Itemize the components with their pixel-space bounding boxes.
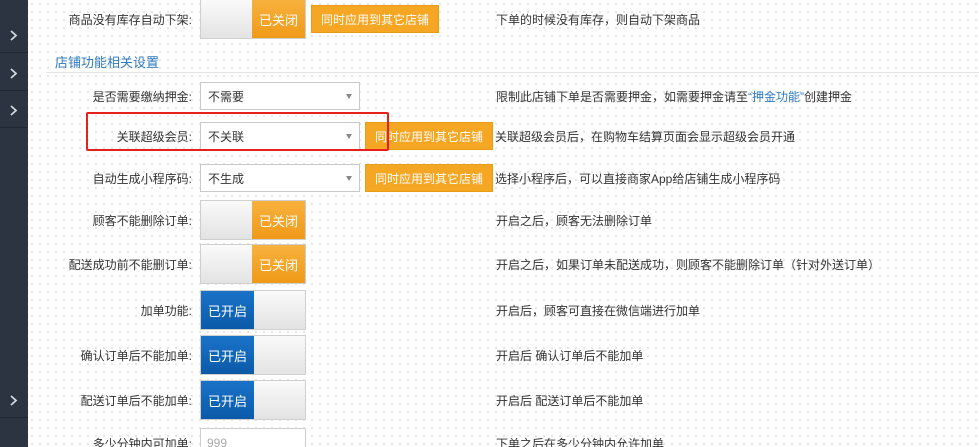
setting-row-deposit: 是否需要缴纳押金: 不需要 限制此店铺下单是否需要押金，如需要押金请至 “押金功… [28,76,979,116]
toggle-state: 已开启 [201,291,254,329]
apply-to-other-stores-button[interactable]: 同时应用到其它店铺 [365,164,493,192]
setting-row-auto-delist: 商品没有库存自动下架: 已关闭 同时应用到其它店铺 下单的时候没有库存，则自动下… [28,0,979,39]
setting-description: 开启后，顾客可直接在微信端进行加单 [496,303,701,318]
toggle-state: 已关闭 [252,201,305,239]
setting-description: 开启后 配送订单后不能加单 [496,393,644,408]
setting-row-no-add-after-confirm: 确认订单后不能加单: 已开启 开启后 确认订单后不能加单 [28,335,979,375]
apply-to-other-stores-button[interactable]: 同时应用到其它店铺 [311,5,439,33]
setting-row-mini-program: 自动生成小程序码: 不生成 同时应用到其它店铺 选择小程序后，可以直接商家App… [28,158,979,198]
caret-down-icon [346,94,352,99]
setting-description: 关联超级会员后，在购物车结算页面会显示超级会员开通 [495,129,796,144]
chevron-right-icon [10,395,18,406]
toggle-state: 已开启 [201,381,254,419]
no-delete-toggle[interactable]: 已关闭 [200,200,306,240]
setting-label: 是否需要缴纳押金: [92,89,192,104]
auto-delist-toggle[interactable]: 已关闭 [200,0,306,39]
add-order-toggle[interactable]: 已开启 [200,290,306,330]
toggle-state: 已关闭 [252,0,305,38]
setting-description: 选择小程序后，可以直接商家App给店铺生成小程序码 [495,171,781,186]
setting-label: 配送成功前不能删订单: [68,257,192,272]
sidebar-expand-button[interactable] [0,94,28,128]
chevron-right-icon [10,30,18,41]
setting-description: 下单之后在多少分钟内允许加单 [496,436,665,447]
setting-row-no-delete-before-delivery: 配送成功前不能删订单: 已关闭 开启之后，如果订单未配送成功，则顾客不能删除订单… [28,244,979,284]
caret-down-icon [346,176,352,181]
setting-label: 商品没有库存自动下架: [68,12,192,27]
chevron-right-icon [10,68,18,79]
setting-description: 开启后 确认订单后不能加单 [496,348,644,363]
sidebar [0,0,28,447]
sidebar-expand-button[interactable] [0,57,28,91]
add-minutes-input[interactable]: 999 [200,428,306,447]
setting-label: 加单功能: [140,303,192,318]
chevron-right-icon [10,105,18,116]
setting-description: 限制此店铺下单是否需要押金，如需要押金请至 “押金功能” 创建押金 [496,76,852,116]
no-add-after-delivery-toggle[interactable]: 已开启 [200,380,306,420]
toggle-state: 已开启 [201,336,254,374]
setting-row-add-order: 加单功能: 已开启 开启后，顾客可直接在微信端进行加单 [28,290,979,330]
select-value: 不需要 [208,89,245,104]
sidebar-expand-button[interactable] [0,19,28,53]
setting-row-no-delete: 顾客不能删除订单: 已关闭 开启之后，顾客无法删除订单 [28,200,979,240]
no-add-after-confirm-toggle[interactable]: 已开启 [200,335,306,375]
sidebar-expand-button[interactable] [0,384,28,418]
setting-description: 开启之后，如果订单未配送成功，则顾客不能删除订单（针对外送订单） [496,257,881,272]
mini-program-select[interactable]: 不生成 [200,164,360,192]
toggle-state: 已关闭 [252,245,305,283]
highlight-box [86,112,389,151]
select-value: 不生成 [208,171,245,186]
description-text: 限制此店铺下单是否需要押金，如需要押金请至 [496,89,749,104]
no-delete-before-delivery-toggle[interactable]: 已关闭 [200,244,306,284]
setting-description: 开启之后，顾客无法删除订单 [496,213,653,228]
setting-label: 多少分钟内可加单: [92,436,192,447]
setting-label: 顾客不能删除订单: [92,213,192,228]
input-placeholder: 999 [207,436,228,447]
setting-label: 配送订单后不能加单: [80,393,192,408]
setting-label: 确认订单后不能加单: [80,348,192,363]
deposit-select[interactable]: 不需要 [200,82,360,110]
setting-label: 自动生成小程序码: [92,171,192,186]
deposit-function-link[interactable]: “押金功能” [748,88,804,105]
setting-description: 下单的时候没有库存，则自动下架商品 [496,12,701,27]
section-divider [46,72,979,73]
section-title: 店铺功能相关设置 [55,55,160,70]
setting-row-no-add-after-delivery: 配送订单后不能加单: 已开启 开启后 配送订单后不能加单 [28,380,979,420]
description-text: 创建押金 [804,89,853,104]
settings-panel: 商品没有库存自动下架: 已关闭 同时应用到其它店铺 下单的时候没有库存，则自动下… [28,0,979,447]
setting-row-add-minutes: 多少分钟内可加单: 下单之后在多少分钟内允许加单 [28,423,979,447]
